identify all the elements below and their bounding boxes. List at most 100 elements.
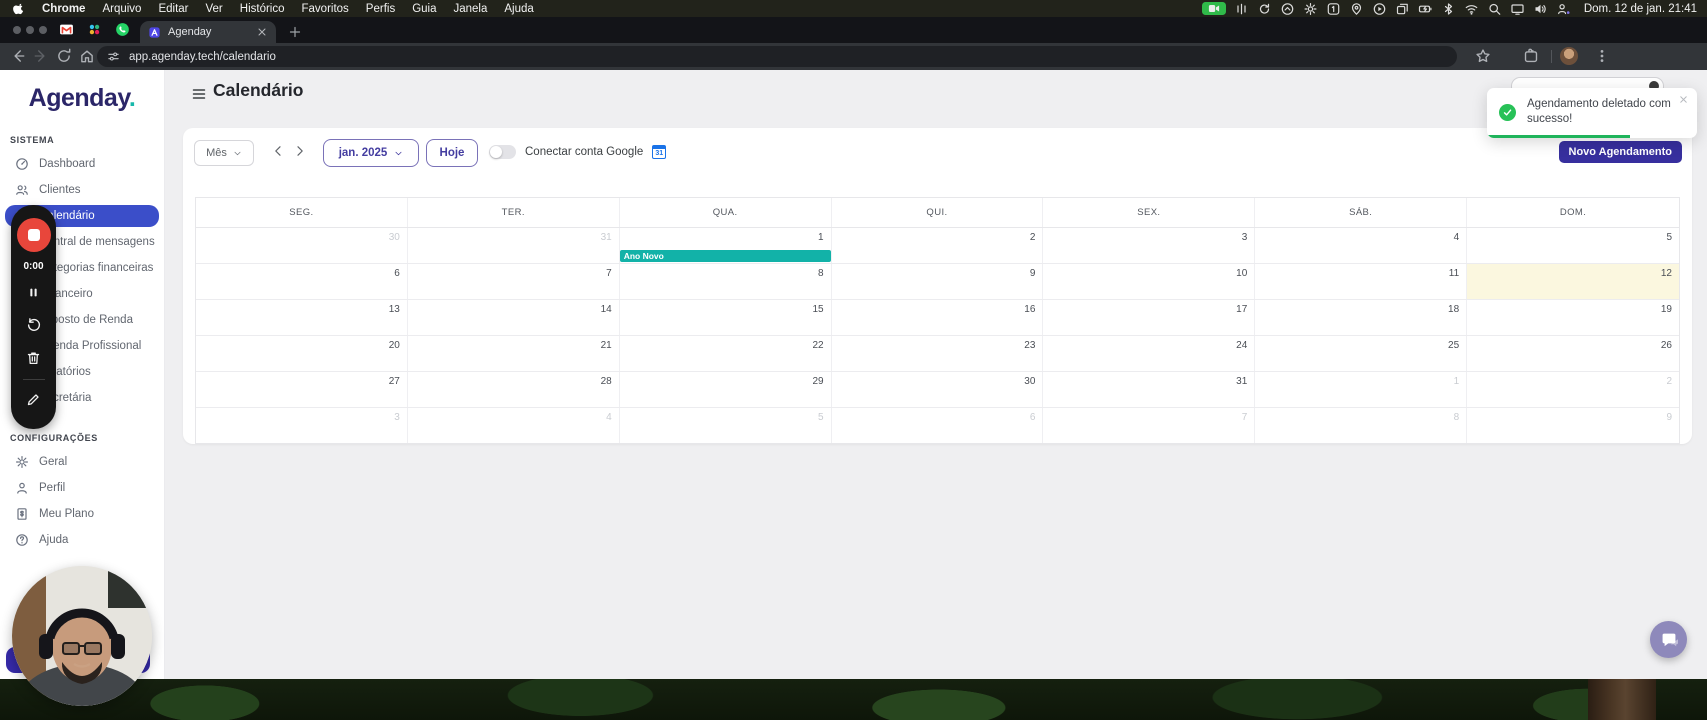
- calendar-day-cell-14[interactable]: 14: [407, 300, 620, 335]
- calendar-day-cell-30[interactable]: 30: [196, 228, 408, 263]
- calendar-day-cell-31[interactable]: 31: [407, 228, 620, 263]
- sidebar-item-dashboard[interactable]: Dashboard: [0, 151, 164, 177]
- window-minimize-button[interactable]: [26, 26, 34, 34]
- menubar-menu-ajuda[interactable]: Ajuda: [504, 3, 533, 15]
- calendar-day-cell-6[interactable]: 6: [831, 408, 1044, 443]
- calendar-day-cell-1[interactable]: 1: [1255, 372, 1468, 407]
- sync-icon[interactable]: [1257, 2, 1272, 16]
- calendar-day-cell-12[interactable]: 12: [1467, 264, 1679, 299]
- calendar-day-cell-17[interactable]: 17: [1043, 300, 1256, 335]
- forward-button[interactable]: [33, 48, 49, 64]
- bluetooth-icon[interactable]: [1441, 2, 1456, 16]
- calendar-day-cell-5[interactable]: 5: [619, 408, 832, 443]
- apple-icon[interactable]: [13, 2, 25, 15]
- camera-indicator[interactable]: [1201, 2, 1226, 15]
- calendar-day-cell-7[interactable]: 7: [407, 264, 620, 299]
- tab-close-icon[interactable]: [256, 26, 268, 38]
- reload-button[interactable]: [56, 48, 72, 64]
- webcam-overlay[interactable]: [12, 566, 152, 706]
- extensions-icon[interactable]: [1523, 48, 1539, 64]
- home-button[interactable]: [79, 48, 95, 64]
- calendar-day-cell-8[interactable]: 8: [1255, 408, 1468, 443]
- menubar-menu-guia[interactable]: Guia: [412, 3, 436, 15]
- back-button[interactable]: [10, 48, 26, 64]
- menubar-menu-histórico[interactable]: Histórico: [240, 3, 285, 15]
- sidebar-item-meu-plano[interactable]: Meu Plano: [0, 501, 164, 527]
- browser-menu-icon[interactable]: [1594, 48, 1610, 64]
- calendar-day-cell-10[interactable]: 10: [1043, 264, 1256, 299]
- volume-icon[interactable]: [1533, 2, 1548, 16]
- menubar-menu-arquivo[interactable]: Arquivo: [102, 3, 141, 15]
- calendar-day-cell-9[interactable]: 9: [1467, 408, 1679, 443]
- calendar-day-cell-26[interactable]: 26: [1467, 336, 1679, 371]
- battery-icon[interactable]: [1418, 2, 1433, 16]
- google-connect-toggle[interactable]: [489, 145, 516, 159]
- active-tab[interactable]: Agenday: [140, 21, 276, 43]
- calendar-day-cell-7[interactable]: 7: [1043, 408, 1256, 443]
- calendar-day-cell-15[interactable]: 15: [619, 300, 832, 335]
- menubar-menu-editar[interactable]: Editar: [158, 3, 188, 15]
- calendar-day-cell-1[interactable]: 1 Ano Novo: [619, 228, 832, 263]
- fast-user-switching-icon[interactable]: [1556, 2, 1571, 16]
- calendar-day-cell-2[interactable]: 2: [831, 228, 1044, 263]
- prev-month-button[interactable]: [271, 144, 285, 158]
- menubar-menu-chrome[interactable]: Chrome: [42, 3, 85, 15]
- calendar-day-cell-20[interactable]: 20: [196, 336, 408, 371]
- view-select[interactable]: Mês: [194, 140, 254, 166]
- month-select[interactable]: jan. 2025: [323, 139, 419, 167]
- new-appointment-button[interactable]: Novo Agendamento: [1558, 141, 1682, 163]
- meter-icon[interactable]: [1234, 2, 1249, 16]
- pause-recording-button[interactable]: [28, 286, 39, 299]
- calendar-day-cell-3[interactable]: 3: [196, 408, 408, 443]
- menubar-menu-janela[interactable]: Janela: [454, 3, 488, 15]
- calendar-day-cell-3[interactable]: 3: [1043, 228, 1256, 263]
- pinned-tab-slack-icon[interactable]: [87, 22, 102, 37]
- wifi-icon[interactable]: [1464, 2, 1479, 16]
- pinned-tab-whatsapp-icon[interactable]: [115, 22, 130, 37]
- screen-recorder-widget[interactable]: 0:00: [11, 205, 56, 429]
- stop-recording-button[interactable]: [16, 218, 51, 252]
- calendar-day-cell-6[interactable]: 6: [196, 264, 408, 299]
- calendar-day-cell-30[interactable]: 30: [831, 372, 1044, 407]
- location-icon[interactable]: [1349, 2, 1364, 16]
- calendar-day-cell-29[interactable]: 29: [619, 372, 832, 407]
- display-icon[interactable]: [1510, 2, 1525, 16]
- profile-avatar[interactable]: [1560, 47, 1578, 65]
- address-bar[interactable]: app.agenday.tech/calendario: [97, 46, 1457, 67]
- next-month-button[interactable]: [293, 144, 307, 158]
- notification-badge-icon[interactable]: [1326, 2, 1341, 16]
- site-settings-icon[interactable]: [107, 50, 120, 63]
- calendar-day-cell-4[interactable]: 4: [407, 408, 620, 443]
- calendar-day-cell-31[interactable]: 31: [1043, 372, 1256, 407]
- window-zoom-button[interactable]: [39, 26, 47, 34]
- calendar-day-cell-27[interactable]: 27: [196, 372, 408, 407]
- shield-icon[interactable]: [1280, 2, 1295, 16]
- windows-icon[interactable]: [1395, 2, 1410, 16]
- calendar-day-cell-23[interactable]: 23: [831, 336, 1044, 371]
- delete-recording-button[interactable]: [26, 350, 41, 366]
- menubar-menu-perfis[interactable]: Perfis: [366, 3, 395, 15]
- menubar-menu-ver[interactable]: Ver: [206, 3, 223, 15]
- calendar-day-cell-5[interactable]: 5: [1467, 228, 1679, 263]
- chat-fab[interactable]: [1650, 621, 1687, 658]
- window-close-button[interactable]: [13, 26, 21, 34]
- menubar-menu-favoritos[interactable]: Favoritos: [302, 3, 349, 15]
- calendar-day-cell-19[interactable]: 19: [1467, 300, 1679, 335]
- calendar-event[interactable]: Ano Novo: [619, 250, 831, 262]
- restart-recording-button[interactable]: [26, 317, 42, 333]
- calendar-day-cell-8[interactable]: 8: [619, 264, 832, 299]
- today-button[interactable]: Hoje: [426, 139, 478, 167]
- calendar-day-cell-21[interactable]: 21: [407, 336, 620, 371]
- calendar-day-cell-25[interactable]: 25: [1255, 336, 1468, 371]
- spotlight-icon[interactable]: [1487, 2, 1502, 16]
- calendar-day-cell-9[interactable]: 9: [831, 264, 1044, 299]
- calendar-day-cell-28[interactable]: 28: [407, 372, 620, 407]
- calendar-day-cell-2[interactable]: 2: [1467, 372, 1679, 407]
- play-icon[interactable]: [1372, 2, 1387, 16]
- calendar-day-cell-13[interactable]: 13: [196, 300, 408, 335]
- menubar-clock[interactable]: Dom. 12 de jan. 21:41: [1584, 3, 1697, 15]
- sidebar-item-clientes[interactable]: Clientes: [0, 177, 164, 203]
- calendar-day-cell-24[interactable]: 24: [1043, 336, 1256, 371]
- sidebar-item-perfil[interactable]: Perfil: [0, 475, 164, 501]
- calendar-day-cell-16[interactable]: 16: [831, 300, 1044, 335]
